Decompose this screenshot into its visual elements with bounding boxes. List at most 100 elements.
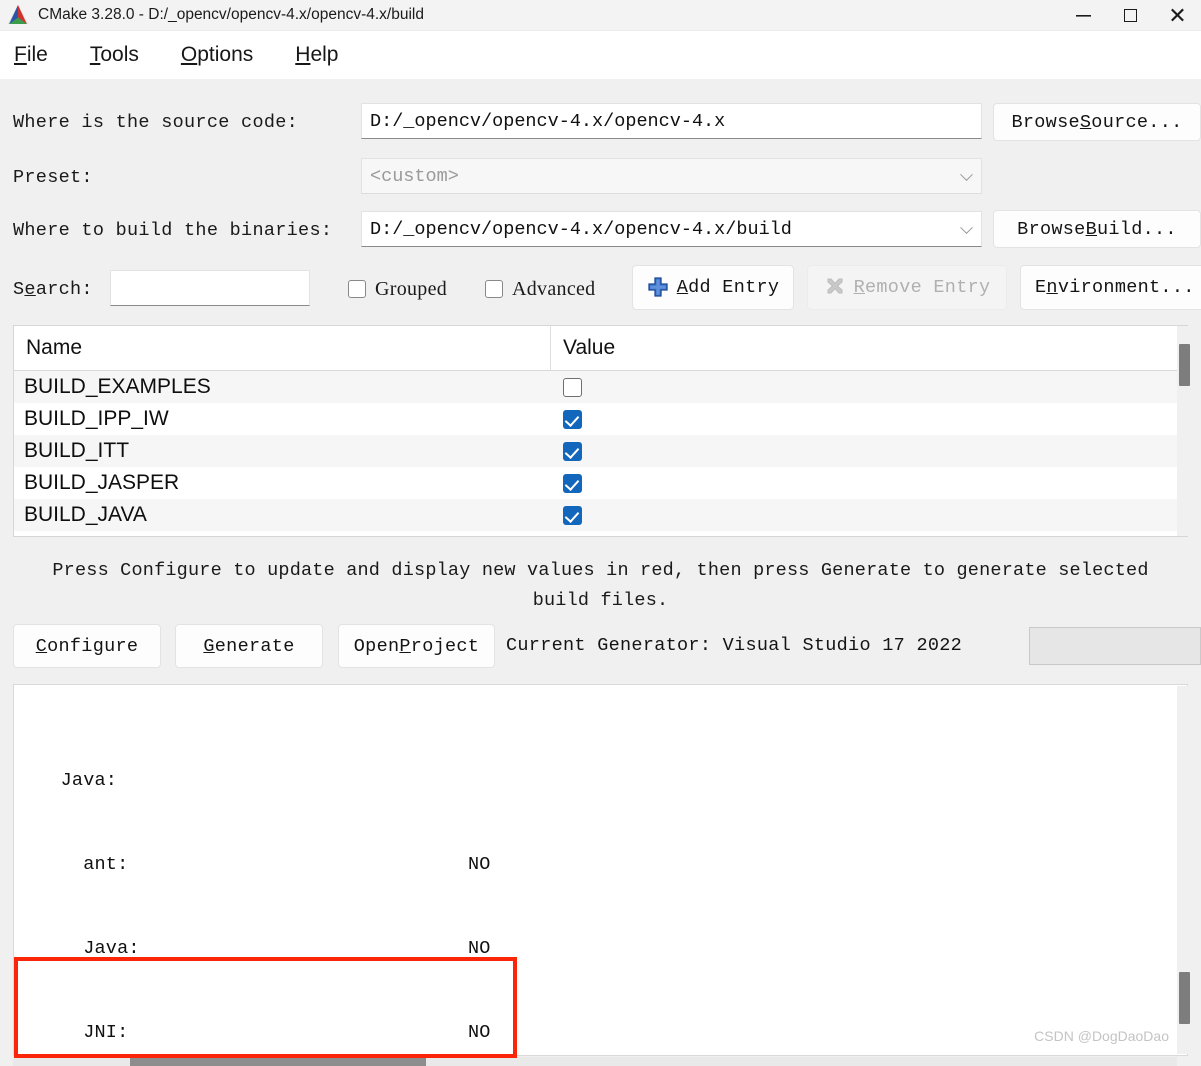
cmake-triangle-logo <box>7 4 29 26</box>
cache-entry-value[interactable] <box>551 377 1187 397</box>
value-checkbox-checked[interactable] <box>563 441 582 461</box>
browse-build-prefix: Browse <box>1017 218 1086 240</box>
log-scrollbar[interactable] <box>1177 686 1192 1054</box>
log-hscrollbar[interactable] <box>13 1057 1177 1066</box>
cache-entry-value[interactable] <box>551 505 1187 525</box>
log-key: Java: <box>38 938 140 959</box>
cache-entry-value[interactable] <box>551 473 1187 493</box>
column-header-name[interactable]: Name <box>14 326 551 371</box>
search-label-mnemonic: e <box>24 279 36 300</box>
grouped-label: Grouped <box>375 278 448 300</box>
log-scrollbar-thumb[interactable] <box>1179 972 1190 1024</box>
menu-file-mnemonic: F <box>14 43 27 66</box>
table-row[interactable]: BUILD_EXAMPLES <box>14 371 1187 403</box>
cache-entry-name: BUILD_JASPER <box>24 471 180 494</box>
configure-button[interactable]: Configure <box>13 624 161 668</box>
chevron-down-icon <box>960 168 973 182</box>
cache-entry-value[interactable] <box>551 441 1187 461</box>
add-entry-mnemonic: A <box>676 277 689 298</box>
chevron-down-icon <box>960 221 973 235</box>
menu-tools-mnemonic: T <box>89 43 101 66</box>
log-line: Java: NO <box>38 935 1187 963</box>
remove-entry-button[interactable]: Remove Entry <box>807 265 1007 310</box>
value-checkbox-checked[interactable] <box>563 505 582 525</box>
plus-icon <box>647 276 669 299</box>
generate-mnemonic: G <box>203 635 215 657</box>
environment-mnemonic: n <box>1046 277 1058 298</box>
csdn-watermark: CSDN @DogDaoDao <box>1034 1028 1169 1044</box>
remove-x-icon <box>824 277 846 299</box>
cache-entry-table[interactable]: Name Value BUILD_EXAMPLES BUILD_IPP_IW B… <box>13 325 1188 537</box>
log-value: NO <box>468 938 491 959</box>
cache-entry-name: BUILD_IPP_IW <box>24 407 169 430</box>
close-button[interactable]: ✕ <box>1154 0 1201 31</box>
preset-combobox[interactable]: <custom> <box>361 158 982 194</box>
open-project-button[interactable]: Open Project <box>338 624 495 668</box>
log-hscrollbar-thumb[interactable] <box>130 1057 426 1066</box>
table-header-row: Name Value <box>14 326 1187 371</box>
menu-item-file[interactable]: File <box>14 43 48 67</box>
browse-build-button[interactable]: Browse Build... <box>993 210 1201 248</box>
configure-rest: onfigure <box>47 635 139 657</box>
output-log-text: Java: ant:NO Java:NO JNI:NO Java wrapper… <box>14 685 1187 1055</box>
table-scrollbar[interactable] <box>1177 326 1192 536</box>
browse-source-button[interactable]: Browse Source... <box>993 103 1201 141</box>
window-controls: ✕ <box>1060 0 1201 31</box>
menu-options-mnemonic: O <box>180 43 198 66</box>
menu-item-options[interactable]: Options <box>181 43 253 67</box>
grouped-checkbox[interactable] <box>348 280 366 298</box>
environment-button[interactable]: En vironment... <box>1020 265 1201 310</box>
configure-hint: Press Configure to update and display ne… <box>0 556 1201 616</box>
add-entry-button[interactable]: Add Entry <box>632 265 794 310</box>
browse-source-mnemonic: S <box>1079 111 1092 133</box>
log-value: NO <box>468 1022 491 1043</box>
browse-source-rest: ource... <box>1091 111 1183 133</box>
current-generator-label: Current Generator: Visual Studio 17 2022 <box>506 635 963 656</box>
source-path-field[interactable]: D:/_opencv/opencv-4.x/opencv-4.x <box>361 103 982 139</box>
cmake-gui-window: CMake 3.28.0 - D:/_opencv/opencv-4.x/ope… <box>0 0 1201 1066</box>
preset-label: Preset: <box>13 167 93 188</box>
search-label-pre: S <box>13 279 25 300</box>
table-row[interactable]: BUILD_ITT <box>14 435 1187 467</box>
log-line: ant: NO <box>38 851 1187 879</box>
table-row[interactable]: BUILD_JASPER <box>14 467 1187 499</box>
build-path-combobox[interactable]: D:/_opencv/opencv-4.x/opencv-4.x/build <box>361 211 982 247</box>
menu-file-rest: ile <box>26 43 48 66</box>
open-project-mnemonic: P <box>399 635 411 657</box>
browse-source-prefix: Browse <box>1011 111 1080 133</box>
search-label: Search: <box>13 279 93 300</box>
remove-entry-mnemonic: R <box>853 277 865 298</box>
browse-build-mnemonic: B <box>1085 218 1097 240</box>
title-bar: CMake 3.28.0 - D:/_opencv/opencv-4.x/ope… <box>0 0 1201 31</box>
value-checkbox-checked[interactable] <box>563 473 582 493</box>
log-value: NO <box>468 854 491 875</box>
open-project-prefix: Open <box>353 635 400 657</box>
menu-bar: File Tools Options Help <box>0 31 1201 79</box>
advanced-checkbox[interactable] <box>485 280 503 298</box>
cache-entry-value[interactable] <box>551 409 1187 429</box>
window-title: CMake 3.28.0 - D:/_opencv/opencv-4.x/ope… <box>38 6 424 23</box>
menu-item-help[interactable]: Help <box>295 43 338 67</box>
column-header-value[interactable]: Value <box>551 326 1187 371</box>
add-entry-rest: dd Entry <box>688 277 780 298</box>
menu-help-mnemonic: H <box>295 43 311 66</box>
menu-item-tools[interactable]: Tools <box>90 43 139 67</box>
log-key: Java: <box>38 770 118 791</box>
open-project-rest: roject <box>410 635 480 657</box>
preset-value: <custom> <box>370 165 459 187</box>
configure-mnemonic: C <box>35 635 48 657</box>
output-log-pane[interactable]: Java: ant:NO Java:NO JNI:NO Java wrapper… <box>13 684 1188 1056</box>
log-line: JNI: NO <box>38 1019 1187 1047</box>
value-checkbox-checked[interactable] <box>563 409 582 429</box>
table-scrollbar-thumb[interactable] <box>1179 344 1190 386</box>
menu-help-rest: elp <box>310 43 339 66</box>
value-checkbox-unchecked[interactable] <box>563 377 582 397</box>
generate-rest: enerate <box>214 635 295 657</box>
generate-button[interactable]: Generate <box>175 624 323 668</box>
table-row[interactable]: BUILD_IPP_IW <box>14 403 1187 435</box>
search-input[interactable] <box>110 270 310 306</box>
maximize-button[interactable] <box>1107 0 1154 31</box>
minimize-button[interactable] <box>1060 0 1107 31</box>
table-row[interactable]: BUILD_JAVA <box>14 499 1187 531</box>
menu-tools-rest: ools <box>100 43 139 66</box>
